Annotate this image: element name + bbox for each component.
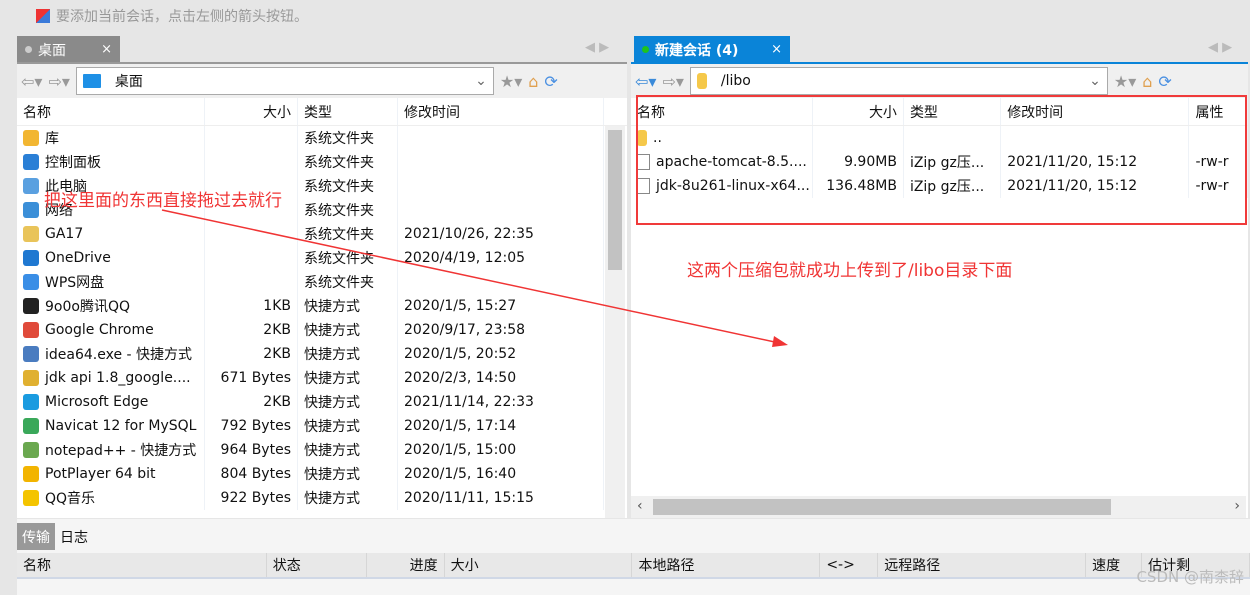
transfer-column[interactable]: 远程路径	[878, 553, 1087, 577]
bottom-tabs: 传输 日志	[17, 523, 93, 550]
arrow-line	[161, 209, 785, 345]
transfer-column[interactable]: 状态	[267, 553, 367, 577]
transfer-column[interactable]: 本地路径	[632, 553, 821, 577]
tab-transfer[interactable]: 传输	[17, 523, 55, 550]
transfer-column[interactable]: 大小	[445, 553, 633, 577]
watermark: CSDN @南柰辞	[1136, 568, 1244, 586]
drag-arrow	[161, 209, 788, 347]
transfer-column[interactable]: 进度	[367, 553, 445, 577]
transfer-list-header: 名称 状态 进度 大小 本地路径 <-> 远程路径 速度 估计剩	[17, 553, 1250, 579]
arrow-head-icon	[772, 336, 788, 347]
transfer-column[interactable]: 名称	[17, 553, 267, 577]
transfer-column[interactable]: 速度	[1086, 553, 1143, 577]
transfer-column[interactable]: <->	[820, 553, 879, 577]
tab-log[interactable]: 日志	[55, 523, 93, 550]
